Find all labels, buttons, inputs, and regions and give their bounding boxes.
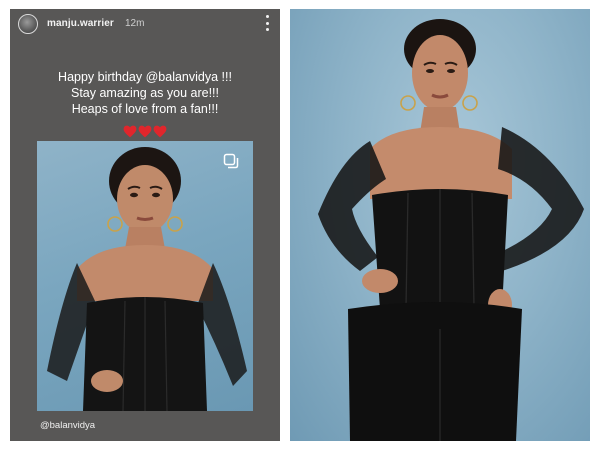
story-caption: Happy birthday @balanvidya !!! Stay amaz… xyxy=(10,69,280,117)
story-header: manju.warrier 12m xyxy=(10,9,280,39)
story-timestamp: 12m xyxy=(125,18,145,29)
caption-line: Heaps of love from a fan!!! xyxy=(71,102,219,116)
hearts-row xyxy=(10,125,280,141)
mention-tag[interactable]: @balanvidya xyxy=(40,420,95,431)
avatar[interactable] xyxy=(18,14,38,34)
caption-line: Stay amazing as you are!!! xyxy=(71,86,219,100)
instagram-story: manju.warrier 12m Happy birthday @balanv… xyxy=(10,9,280,441)
username[interactable]: manju.warrier xyxy=(47,18,114,29)
caption-line: Happy birthday @balanvidya !!! xyxy=(58,70,232,84)
red-heart-icon xyxy=(153,125,167,138)
multiple-photos-icon[interactable] xyxy=(223,153,239,169)
red-heart-icon xyxy=(138,125,152,138)
red-heart-icon xyxy=(123,125,137,138)
story-photo[interactable] xyxy=(37,141,253,411)
more-vertical-icon[interactable] xyxy=(262,15,272,31)
collage: manju.warrier 12m Happy birthday @balanv… xyxy=(0,0,600,450)
portrait-photo xyxy=(290,9,590,441)
